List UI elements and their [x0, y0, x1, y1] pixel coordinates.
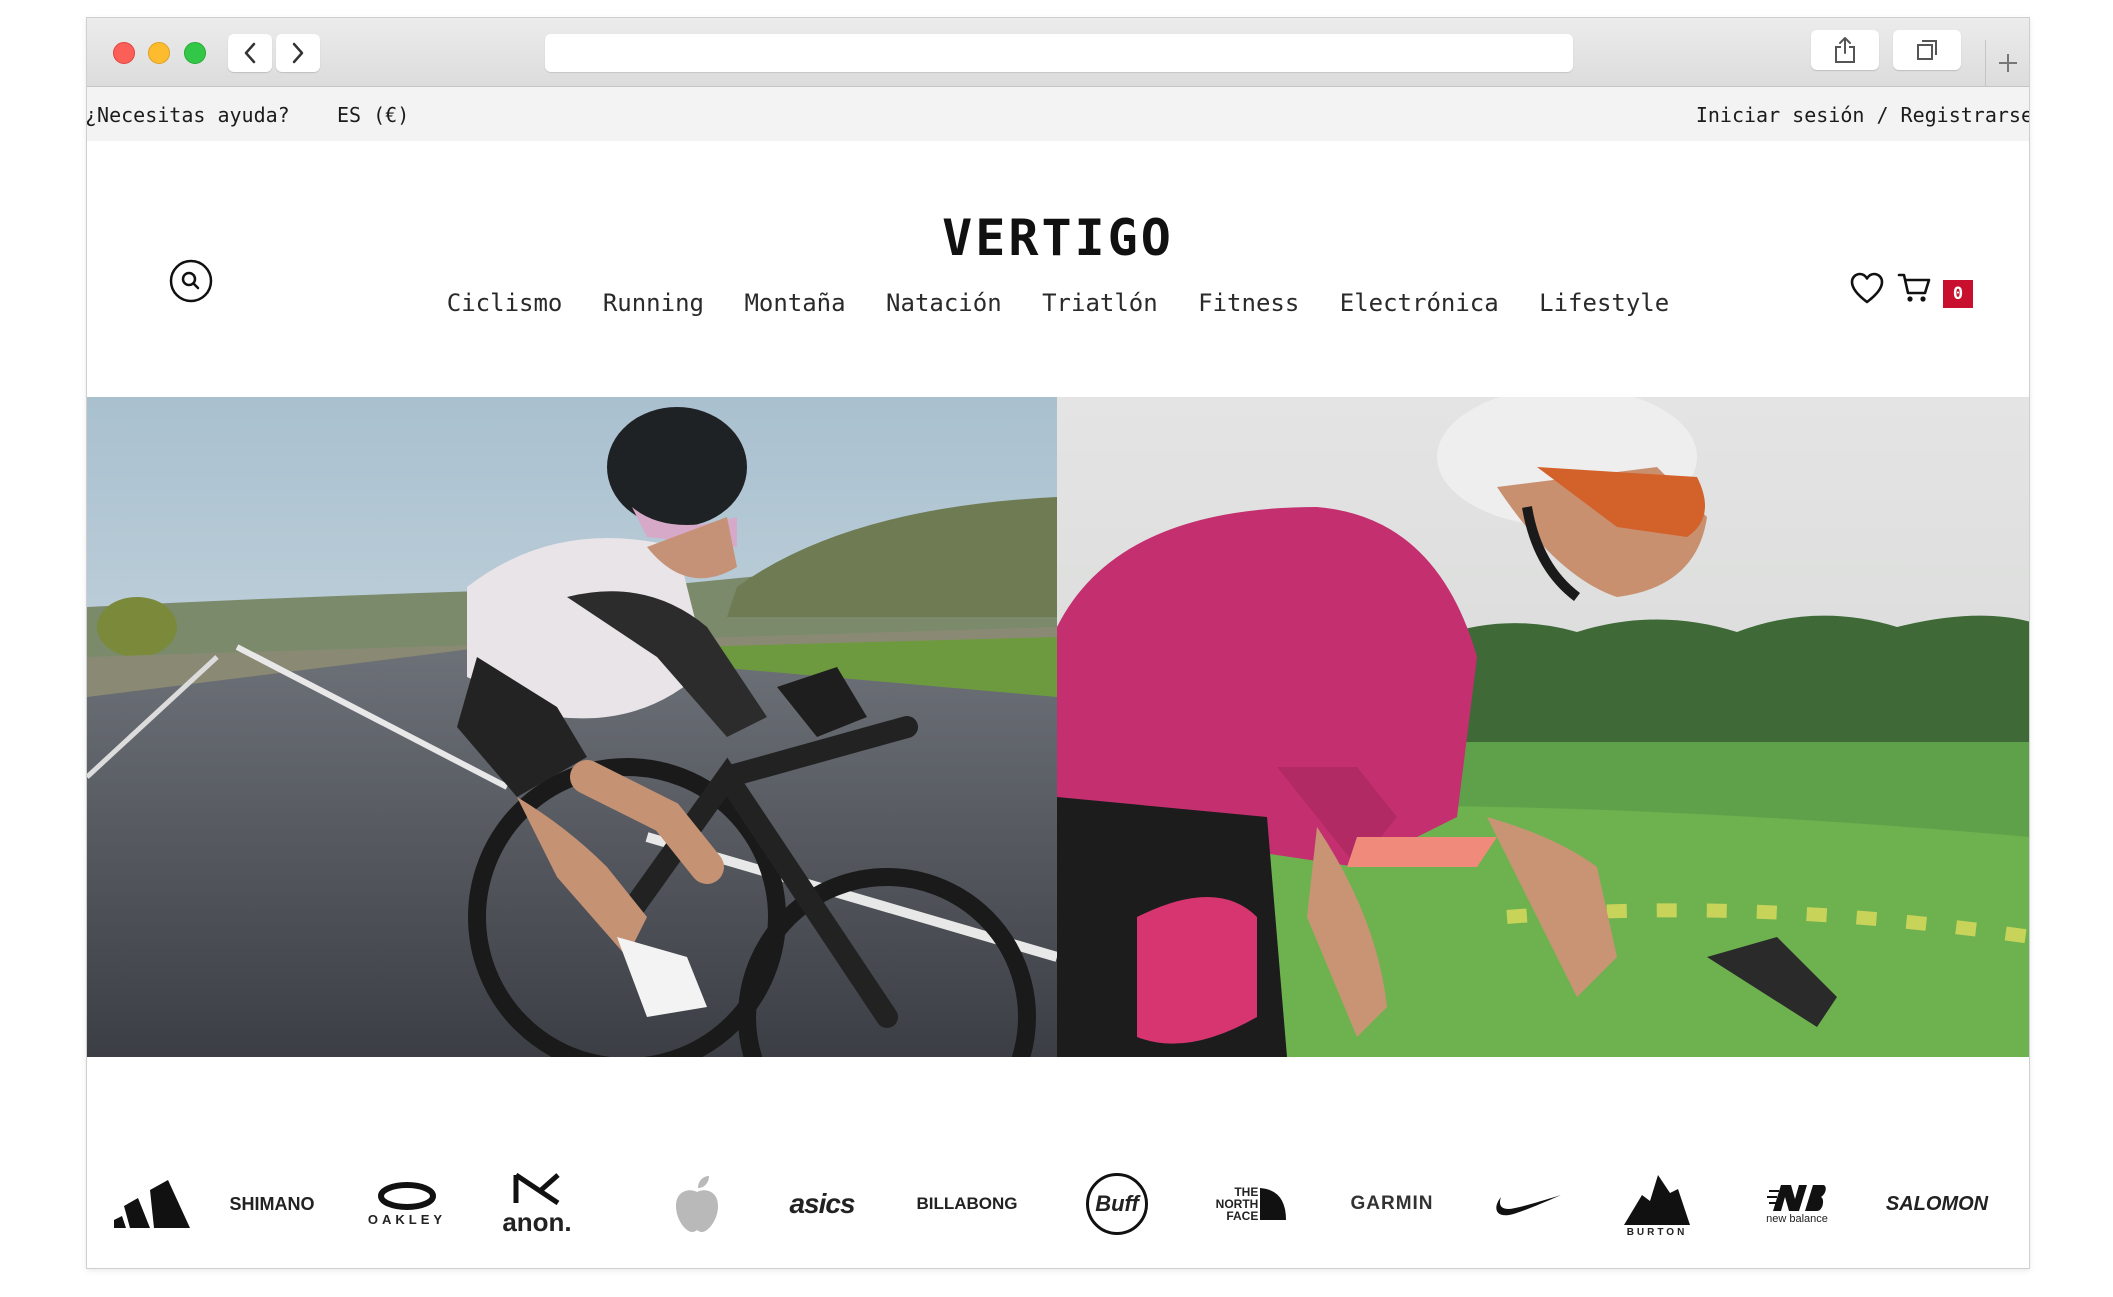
brand-logos-strip: SHIMANO OAKLEY anon. asics BILLABONG Buf… — [87, 1138, 2029, 1268]
apple-logo-icon — [676, 1176, 718, 1232]
brand-logo-nike[interactable] — [1472, 1138, 1582, 1268]
nav-item-electronica[interactable]: Electrónica — [1340, 289, 1499, 317]
billabong-wordmark: BILLABONG — [916, 1194, 1018, 1213]
help-link[interactable]: ¿Necesitas ayuda? — [87, 103, 290, 127]
brand-logo-apple[interactable] — [647, 1138, 747, 1268]
north-face-dome-icon — [1260, 1188, 1287, 1220]
share-button[interactable] — [1811, 30, 1879, 70]
plus-icon — [1998, 54, 2017, 72]
zoom-window-button[interactable] — [184, 42, 206, 64]
cart-count-badge: 0 — [1943, 280, 1973, 308]
nav-item-ciclismo[interactable]: Ciclismo — [447, 289, 563, 317]
brand-logo-garmin[interactable]: GARMIN — [1332, 1138, 1452, 1268]
garmin-wordmark: GARMIN — [1350, 1193, 1434, 1214]
close-window-button[interactable] — [113, 42, 135, 64]
anon-wordmark: anon. — [502, 1206, 572, 1237]
new-balance-nb-icon — [1767, 1185, 1826, 1211]
forward-button[interactable] — [276, 34, 320, 72]
nav-item-lifestyle[interactable]: Lifestyle — [1539, 289, 1669, 317]
cart-icon[interactable] — [1897, 271, 1933, 305]
minimize-window-button[interactable] — [148, 42, 170, 64]
asics-wordmark: asics — [789, 1188, 855, 1219]
hero-image-cyclist-woman[interactable] — [1057, 397, 2029, 1057]
nav-item-natacion[interactable]: Natación — [886, 289, 1002, 317]
address-bar[interactable] — [545, 34, 1573, 72]
oakley-ellipse-icon — [378, 1181, 436, 1210]
brand-logo-asics[interactable]: asics — [767, 1138, 877, 1268]
oakley-wordmark: OAKLEY — [367, 1211, 447, 1227]
adidas-logo-icon — [114, 1180, 190, 1228]
shimano-wordmark: SHIMANO — [229, 1193, 315, 1214]
brand-logo-the-north-face[interactable]: THE NORTH FACE — [1197, 1138, 1307, 1268]
brand-logo-billabong[interactable]: BILLABONG — [902, 1138, 1032, 1268]
browser-window: ¿Necesitas ayuda? ES (€) Iniciar sesión … — [86, 17, 2030, 1269]
nike-swoosh-icon — [1496, 1195, 1561, 1216]
brand-logo-adidas[interactable] — [97, 1138, 207, 1268]
nav-item-montana[interactable]: Montaña — [744, 289, 845, 317]
buff-wordmark: Buff — [1095, 1191, 1139, 1216]
site-header: VERTIGO Ciclismo Running Montaña Natació… — [87, 141, 2029, 397]
brand-logo-buff[interactable]: Buff — [1062, 1138, 1172, 1268]
utility-bar: ¿Necesitas ayuda? ES (€) Iniciar sesión … — [87, 87, 2029, 141]
buff-badge-icon: Buff — [1086, 1173, 1148, 1235]
browser-titlebar — [87, 18, 2029, 87]
brand-logo-oakley[interactable]: OAKLEY — [347, 1138, 467, 1268]
tabs-icon — [1917, 40, 1937, 60]
chevron-left-icon — [244, 42, 256, 64]
nav-item-fitness[interactable]: Fitness — [1198, 289, 1299, 317]
nav-item-triatlon[interactable]: Triatlón — [1042, 289, 1158, 317]
tnf-word-3: FACE — [1226, 1209, 1259, 1223]
the-north-face-mark: THE NORTH FACE — [1216, 1186, 1289, 1222]
login-register-link[interactable]: Iniciar sesión / Registrarse — [1696, 103, 2029, 127]
brand-logo-shimano[interactable]: SHIMANO — [212, 1138, 332, 1268]
brand-logo-burton[interactable]: BURTON — [1602, 1138, 1712, 1268]
tabs-button[interactable] — [1893, 30, 1961, 70]
chevron-right-icon — [292, 42, 304, 64]
brand-logo-anon[interactable]: anon. — [487, 1138, 587, 1268]
burton-mountain-icon — [1624, 1174, 1690, 1225]
burton-wordmark: BURTON — [1626, 1226, 1688, 1238]
hero-banner — [87, 397, 2029, 1057]
new-tab-button[interactable] — [1985, 40, 2029, 86]
site-logo[interactable]: VERTIGO — [87, 209, 2029, 267]
anon-mark-icon — [513, 1172, 560, 1205]
new-balance-wordmark: new balance — [1766, 1213, 1828, 1225]
hero-image-cyclist-man[interactable] — [87, 397, 1057, 1057]
brand-logo-new-balance[interactable]: new balance — [1737, 1138, 1857, 1268]
back-button[interactable] — [228, 34, 272, 72]
share-icon — [1835, 37, 1855, 63]
heart-icon[interactable] — [1849, 271, 1885, 305]
salomon-wordmark: SALOMON — [1885, 1192, 1989, 1215]
nav-item-running[interactable]: Running — [603, 289, 704, 317]
language-selector[interactable]: ES (€) — [337, 103, 409, 127]
brand-logo-salomon[interactable]: SALOMON — [1872, 1138, 2002, 1268]
main-nav: Ciclismo Running Montaña Natación Triatl… — [87, 289, 2029, 317]
